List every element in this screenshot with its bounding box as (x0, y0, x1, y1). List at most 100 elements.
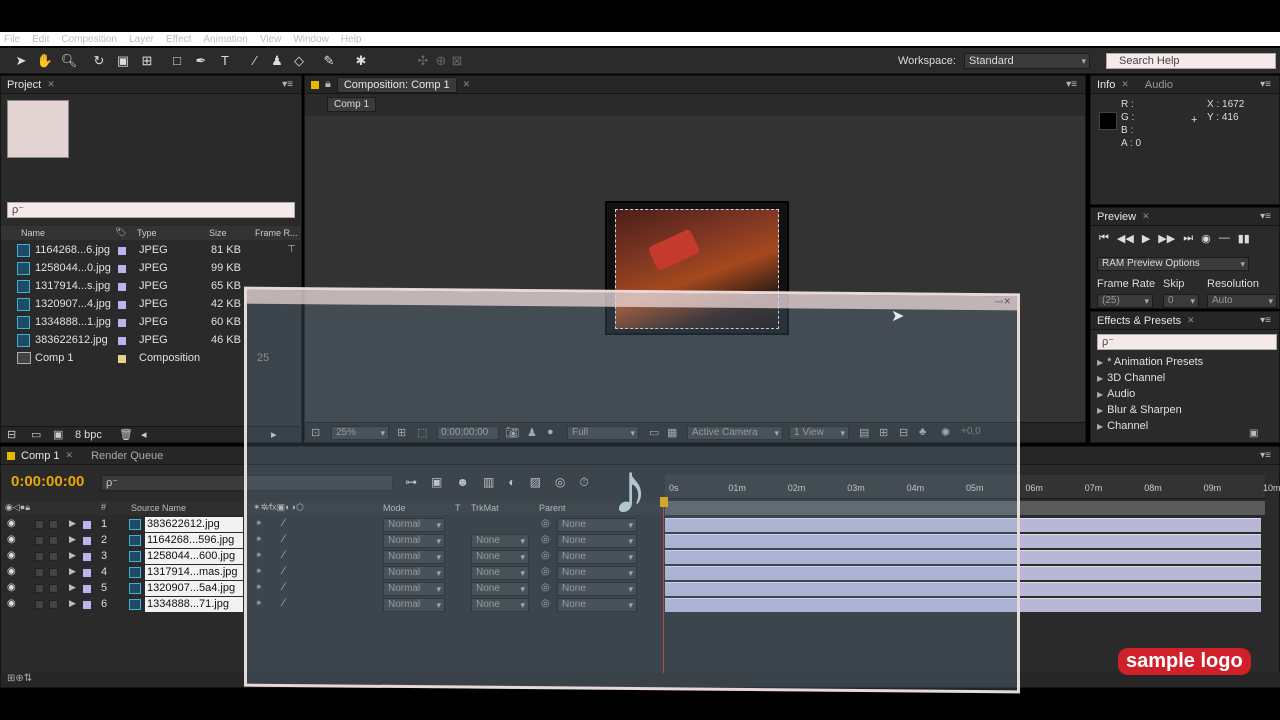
effects-presets-tab[interactable]: Effects & Presets ✕ ▾≡ (1091, 312, 1279, 330)
trash-icon[interactable]: 🗑︎ (119, 428, 133, 441)
layer-label-swatch[interactable] (83, 585, 91, 593)
expand-triangle-icon[interactable]: ▶ (1097, 422, 1103, 431)
skip-select[interactable]: 0 (1163, 294, 1199, 308)
menu-layer[interactable]: Layer (129, 34, 154, 45)
first-frame-icon[interactable]: ⏮ (1099, 232, 1109, 248)
play-icon[interactable]: ▶ (1142, 232, 1150, 248)
eye-icon[interactable]: ◉ (7, 534, 16, 545)
effects-category[interactable]: ▶ 3D Channel (1097, 370, 1165, 386)
workspace-select[interactable]: Standard (964, 53, 1090, 69)
solo-toggle[interactable] (35, 600, 44, 609)
layer-label-swatch[interactable] (83, 553, 91, 561)
scroll-left-icon[interactable]: ◂ (141, 428, 147, 441)
clone-stamp-tool-icon[interactable]: ♟ (268, 52, 286, 70)
column-number[interactable]: # (101, 502, 106, 512)
loop-icon[interactable]: — (1219, 232, 1230, 248)
column-size[interactable]: Size (209, 228, 227, 238)
render-queue-tab[interactable]: Render Queue (91, 450, 163, 462)
solo-toggle[interactable] (35, 584, 44, 593)
effects-category[interactable]: ▶ Audio (1097, 386, 1135, 402)
roto-brush-tool-icon[interactable]: ✎ (320, 52, 338, 70)
new-preset-icon[interactable]: ▣ (1249, 428, 1258, 439)
expand-triangle-icon[interactable]: ▶ (1097, 374, 1103, 383)
menu-window[interactable]: Window (293, 34, 329, 45)
project-item[interactable]: 1258044...0.jpg JPEG 99 KB (1, 260, 301, 278)
column-frame-rate[interactable]: Frame R... (255, 228, 298, 238)
camera-tool-icon[interactable]: ▣ (114, 52, 132, 70)
rotate-tool-icon[interactable]: ↻ (90, 52, 108, 70)
expand-triangle-icon[interactable]: ▶ (1097, 358, 1103, 367)
solo-toggle[interactable] (35, 568, 44, 577)
expand-layer-icon[interactable]: ▶ (69, 566, 76, 577)
layer-label-swatch[interactable] (83, 537, 91, 545)
label-swatch[interactable] (118, 337, 126, 345)
menu-view[interactable]: View (260, 34, 282, 45)
ram-preview-options-select[interactable]: RAM Preview Options (1097, 257, 1249, 271)
layer-source-name[interactable]: 1334888...71.jpg (145, 597, 243, 612)
project-search-input[interactable]: ρ⁻ (7, 202, 295, 218)
menu-composition[interactable]: Composition (61, 34, 117, 45)
frame-rate-select[interactable]: (25) (1097, 294, 1153, 308)
eye-icon[interactable]: ◉ (7, 582, 16, 593)
lock-toggle[interactable] (49, 568, 58, 577)
puppet-tool-icon[interactable]: ✱ (352, 52, 370, 70)
search-help-input[interactable]: Search Help (1106, 53, 1276, 69)
effects-search-input[interactable]: ρ⁻ (1097, 334, 1277, 350)
effects-category[interactable]: ▶ Blur & Sharpen (1097, 402, 1182, 418)
lock-toggle[interactable] (49, 520, 58, 529)
audio-tab[interactable]: Audio (1145, 79, 1173, 91)
layer-label-swatch[interactable] (83, 569, 91, 577)
ram-preview-icon[interactable]: ▮▮ (1238, 232, 1250, 248)
menu-help[interactable]: Help (341, 34, 362, 45)
comp-breadcrumb[interactable]: Comp 1 (327, 97, 377, 112)
expand-layer-icon[interactable]: ▶ (69, 582, 76, 593)
hand-tool-icon[interactable]: ✋ (36, 52, 54, 70)
lock-toggle[interactable] (49, 552, 58, 561)
solo-toggle[interactable] (35, 536, 44, 545)
solo-toggle[interactable] (35, 520, 44, 529)
effects-category[interactable]: ▶ Channel (1097, 418, 1148, 434)
label-swatch[interactable] (118, 247, 126, 255)
new-folder-icon[interactable]: ▭ (31, 428, 41, 441)
layer-label-swatch[interactable] (83, 601, 91, 609)
label-swatch[interactable] (118, 265, 126, 273)
overlay-window-controls[interactable]: –▫✕ (995, 296, 1011, 307)
lock-toggle[interactable] (49, 536, 58, 545)
menu-effect[interactable]: Effect (166, 34, 191, 45)
label-swatch[interactable] (118, 301, 126, 309)
layer-source-name[interactable]: 1317914...mas.jpg (145, 565, 243, 580)
project-item[interactable]: 1164268...6.jpg JPEG 81 KB (1, 242, 301, 260)
selection-tool-icon[interactable]: ➤ (12, 52, 30, 70)
label-swatch[interactable] (118, 319, 126, 327)
last-frame-icon[interactable]: ⏭ (1183, 232, 1193, 248)
lock-toggle[interactable] (49, 600, 58, 609)
expand-layer-icon[interactable]: ▶ (69, 534, 76, 545)
label-swatch[interactable] (118, 355, 126, 363)
lock-toggle[interactable] (49, 584, 58, 593)
bit-depth-button[interactable]: 8 bpc (75, 429, 102, 441)
eye-icon[interactable]: ◉ (7, 550, 16, 561)
mute-audio-icon[interactable]: ◉ (1201, 232, 1211, 248)
prev-frame-icon[interactable]: ◀◀ (1117, 232, 1134, 248)
menu-file[interactable]: File (4, 34, 20, 45)
layer-source-name[interactable]: 383622612.jpg (145, 517, 243, 532)
menu-animation[interactable]: Animation (203, 34, 247, 45)
new-comp-icon[interactable]: ▣ (53, 428, 63, 441)
expand-layer-icon[interactable]: ▶ (69, 518, 76, 529)
timeline-timecode[interactable]: 0:00:00:00 (11, 473, 84, 490)
lock-icon[interactable]: 🔒︎ (325, 78, 331, 91)
info-tab[interactable]: Info (1097, 79, 1115, 91)
pen-tool-icon[interactable]: ✒ (192, 52, 210, 70)
column-source-name[interactable]: Source Name (131, 503, 186, 513)
type-tool-icon[interactable]: T (216, 52, 234, 70)
eraser-tool-icon[interactable]: ◇ (290, 52, 308, 70)
expand-panes-icon[interactable]: ⊞⊕⇅ (7, 673, 32, 684)
zoom-tool-icon[interactable]: 🔍︎ (60, 52, 78, 70)
comp-timeline-tab[interactable]: Comp 1 (21, 450, 60, 462)
eye-icon[interactable]: ◉ (7, 598, 16, 609)
menu-edit[interactable]: Edit (32, 34, 49, 45)
column-type[interactable]: Type (137, 228, 157, 238)
preview-resolution-select[interactable]: Auto (1207, 294, 1277, 308)
project-tab[interactable]: Project ✕ ▾≡ (1, 76, 301, 94)
label-swatch[interactable] (118, 283, 126, 291)
